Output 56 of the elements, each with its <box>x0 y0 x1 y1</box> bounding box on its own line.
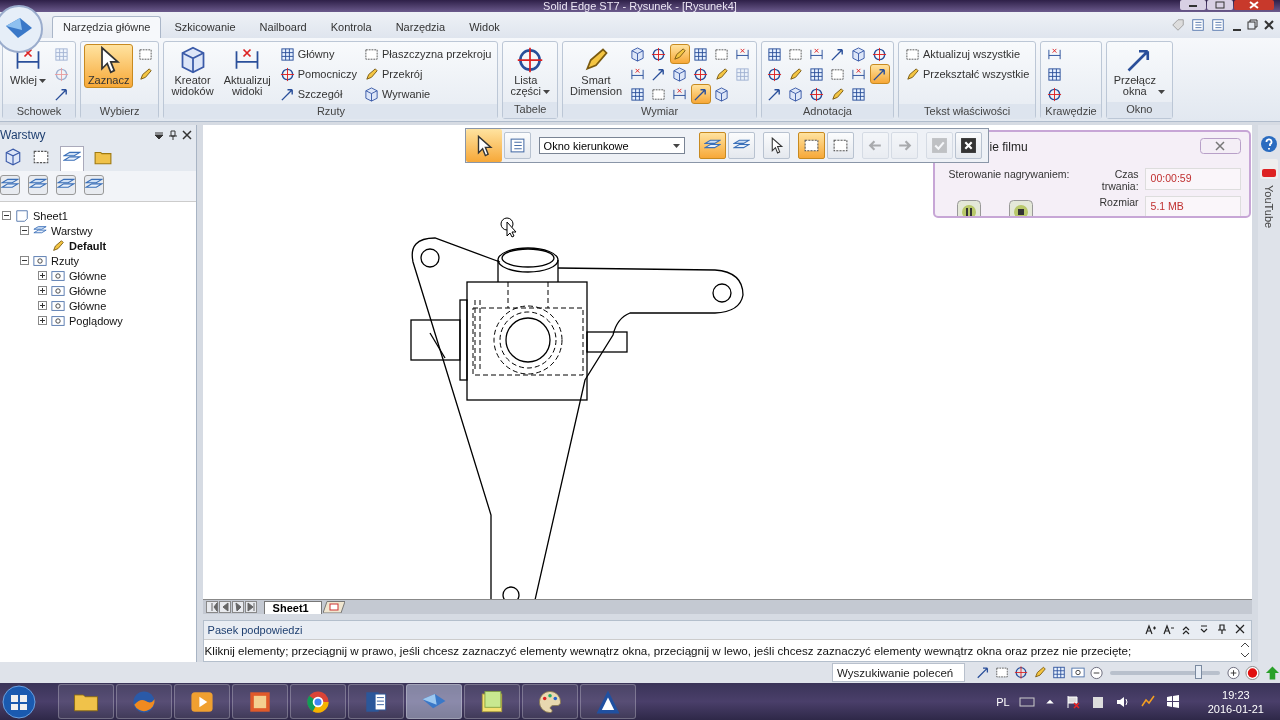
tree-item[interactable]: Default <box>69 239 107 252</box>
panel-title: Warstwy <box>0 128 46 142</box>
tree-item[interactable]: Główne <box>69 299 107 312</box>
ribbon-tab[interactable]: Widok <box>458 16 511 38</box>
tree-item[interactable]: Główne <box>69 269 107 282</box>
command-search-field[interactable]: Wyszukiwanie poleceń <box>832 663 965 682</box>
ribbon-button[interactable]: Lista części <box>506 44 555 99</box>
ribbon-button[interactable]: Pomocniczy <box>276 64 361 84</box>
panel-title: Pasek podpowiedzi <box>207 623 303 636</box>
tree-item[interactable]: Rzuty <box>51 254 80 267</box>
side-tab[interactable]: YouTube <box>1262 185 1275 229</box>
ribbon-button[interactable]: Płaszczyzna przekroju <box>361 44 495 64</box>
ribbon-tab[interactable]: Kontrola <box>319 16 383 38</box>
window-title: Solid Edge ST7 - Rysunek - [Rysunek4] <box>543 0 737 12</box>
group-label: Krawędzie <box>1041 104 1101 119</box>
ribbon-tab[interactable]: Narzędzia <box>384 16 457 38</box>
language-indicator[interactable]: PL <box>996 695 1010 708</box>
ribbon-button[interactable]: Kreator widoków <box>167 44 218 99</box>
hint-text: Kliknij elementy; przeciągnij w prawo, jeśli chcesz zaznaczyć elementy wewnątrz okna, przeciągnij w lewo, jeśli chcesz zaznaczyć elementy wewnątrz okna oraz przez nie przecięte; <box>204 643 1133 657</box>
ribbon-button[interactable]: Przekrój <box>361 64 495 84</box>
ribbon-tab[interactable]: Nailboard <box>248 16 318 38</box>
ribbon-button[interactable]: Aktualizuj widoki <box>219 44 275 99</box>
ribbon-button[interactable]: Aktualizuj wszystkie <box>902 44 1033 64</box>
group-label: Tabele <box>503 102 558 118</box>
ribbon-button[interactable]: Zaznacz <box>83 44 134 88</box>
ribbon-button[interactable]: Wklej <box>6 44 50 88</box>
group-label: Adnotacja <box>762 104 893 119</box>
dropdown-field[interactable]: Okno kierunkowe <box>538 137 685 154</box>
ribbon-tab[interactable]: Narzędzia główne <box>52 16 162 38</box>
group-label: Rzuty <box>164 104 498 119</box>
ribbon-button[interactable]: Przekształć wszystkie <box>902 64 1033 84</box>
group-label: Tekst właściwości <box>899 104 1036 119</box>
tree-item[interactable]: Warstwy <box>51 224 93 237</box>
field-label: Rozmiar <box>1098 196 1139 210</box>
ribbon-button[interactable]: Szczegół <box>276 84 361 104</box>
group-label: Wybierz <box>80 104 159 119</box>
ribbon-button[interactable]: Smart Dimension <box>566 44 626 99</box>
group-label: Schowek <box>3 104 75 119</box>
ribbon-button[interactable]: Główny <box>276 44 361 64</box>
control-label: Sterowanie nagrywaniem: <box>948 168 1070 180</box>
date-text: 2016-01-21 <box>1207 701 1264 716</box>
ribbon-tab[interactable]: Szkicowanie <box>163 16 247 38</box>
file-size-value: 5.1 MB <box>1144 196 1241 216</box>
field-label: Czas trwania: <box>1100 168 1139 192</box>
duration-value: 00:00:59 <box>1144 168 1241 190</box>
clock[interactable]: 19:23 2016-01-21 <box>1207 687 1264 716</box>
ribbon-button[interactable]: Wyrwanie <box>361 84 495 104</box>
tree-item[interactable]: Sheet1 <box>33 209 68 222</box>
tree-item[interactable]: Główne <box>69 284 107 297</box>
ribbon-button[interactable]: Przełącz okna <box>1109 44 1169 99</box>
group-label: Okno <box>1106 102 1172 118</box>
panel-title: ie filmu <box>989 140 1028 154</box>
time-text: 19:23 <box>1222 687 1250 702</box>
sheet-tab[interactable]: Sheet1 <box>263 601 322 614</box>
tree-item[interactable]: Poglądowy <box>69 314 123 327</box>
group-label: Wymiar <box>563 104 756 119</box>
